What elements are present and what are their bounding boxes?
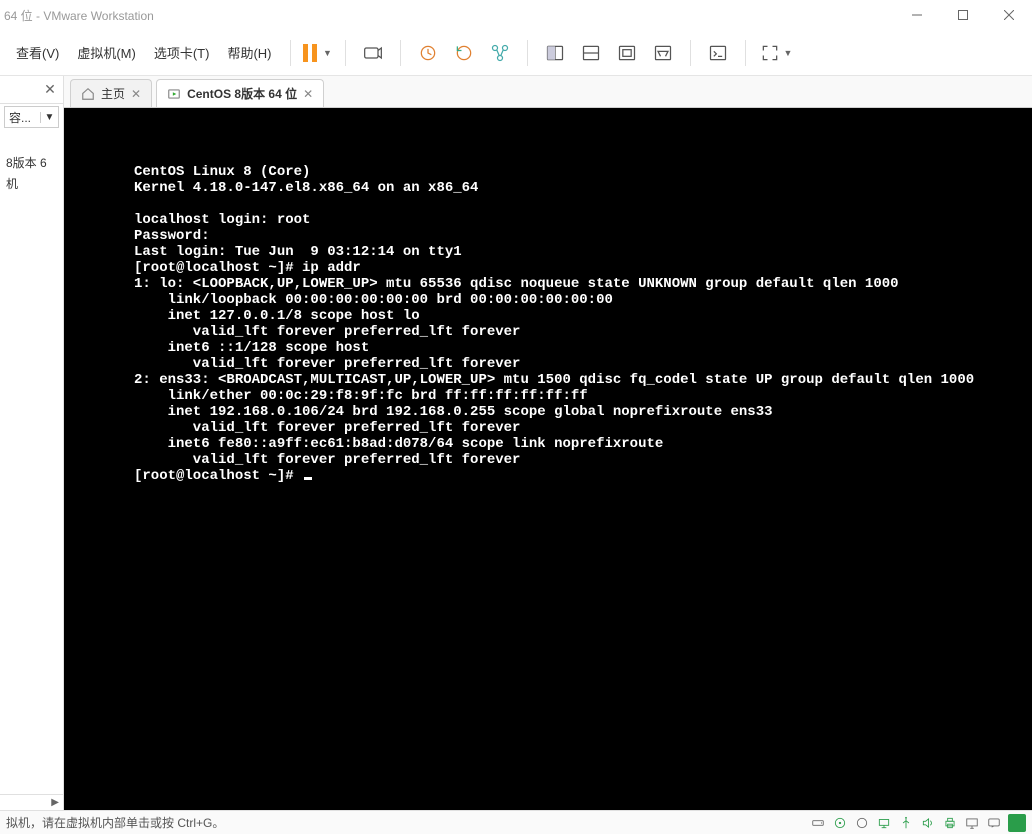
tab-close-button[interactable]: ✕ (303, 87, 313, 101)
close-button[interactable] (986, 0, 1032, 30)
tab-home[interactable]: 主页 ✕ (70, 79, 152, 107)
snapshot-tree-icon (490, 43, 510, 63)
clock-refresh-icon (454, 43, 474, 63)
statusbar: 拟机，请在虚拟机内部单击或按 Ctrl+G。 (0, 810, 1032, 834)
tab-close-button[interactable]: ✕ (131, 87, 141, 101)
view-stacked-button[interactable] (574, 38, 608, 68)
single-window-icon (617, 43, 637, 63)
window-titlebar: 64 位 - VMware Workstation (0, 0, 1032, 30)
window-title: 64 位 - VMware Workstation (4, 7, 894, 24)
terminal-output: CentOS Linux 8 (Core) Kernel 4.18.0-147.… (134, 164, 974, 484)
separator (745, 40, 746, 66)
sound-icon[interactable] (920, 815, 936, 831)
menubar: 查看(V) 虚拟机(M) 选项卡(T) 帮助(H) ▼ ▼ (0, 30, 1032, 76)
separator (290, 40, 291, 66)
menu-view[interactable]: 查看(V) (8, 39, 67, 66)
printer-icon[interactable] (942, 815, 958, 831)
unity-mode-button[interactable] (646, 38, 680, 68)
cdrom-icon[interactable] (832, 815, 848, 831)
split-horizontal-icon (581, 43, 601, 63)
status-device-icons (810, 814, 1026, 832)
view-side-by-side-button[interactable] (538, 38, 572, 68)
floppy-icon[interactable] (854, 815, 870, 831)
view-single-button[interactable] (610, 38, 644, 68)
hdd-icon[interactable] (810, 815, 826, 831)
status-hint: 拟机，请在虚拟机内部单击或按 Ctrl+G。 (6, 814, 810, 831)
library-panel: ✕ 容... ▼ 8版本 6 机 ▶ (0, 76, 64, 810)
minimize-button[interactable] (894, 0, 940, 30)
split-vertical-icon (545, 43, 565, 63)
pause-icon (303, 44, 317, 62)
cursor-icon (304, 477, 312, 480)
unity-icon (653, 43, 673, 63)
fullscreen-icon (760, 43, 780, 63)
snapshot-manager-button[interactable] (483, 38, 517, 68)
tab-label: CentOS 8版本 64 位 (187, 85, 297, 102)
tab-bar: 主页 ✕ CentOS 8版本 64 位 ✕ (64, 76, 1032, 108)
vm-console[interactable]: CentOS Linux 8 (Core) Kernel 4.18.0-147.… (64, 108, 1032, 810)
scroll-right-button[interactable]: ▶ (0, 794, 63, 810)
console-view-button[interactable] (701, 38, 735, 68)
revert-snapshot-button[interactable] (447, 38, 481, 68)
menu-help[interactable]: 帮助(H) (219, 39, 279, 66)
send-keys-icon (363, 43, 383, 63)
tab-centos-vm[interactable]: CentOS 8版本 64 位 ✕ (156, 79, 324, 107)
main-area: ✕ 容... ▼ 8版本 6 机 ▶ 主页 ✕ (0, 76, 1032, 810)
maximize-button[interactable] (940, 0, 986, 30)
display-icon[interactable] (964, 815, 980, 831)
library-item[interactable]: 8版本 6 (2, 152, 61, 173)
message-icon[interactable] (986, 815, 1002, 831)
chevron-down-icon[interactable]: ▼ (40, 112, 58, 123)
tab-label: 主页 (101, 85, 125, 102)
send-ctrl-alt-del-button[interactable] (356, 38, 390, 68)
separator (400, 40, 401, 66)
chevron-down-icon: ▼ (784, 48, 793, 58)
library-item[interactable]: 机 (2, 173, 61, 194)
library-header: ✕ (0, 76, 63, 104)
vm-running-icon (167, 87, 181, 101)
chevron-down-icon: ▼ (323, 48, 332, 58)
library-filter-combo[interactable]: 容... ▼ (4, 106, 59, 128)
clock-icon (418, 43, 438, 63)
minimize-icon (912, 10, 922, 20)
separator (527, 40, 528, 66)
network-icon[interactable] (876, 815, 892, 831)
library-list: 8版本 6 机 (0, 130, 63, 794)
menu-vm[interactable]: 虚拟机(M) (69, 39, 144, 66)
close-icon (1004, 10, 1014, 20)
separator (345, 40, 346, 66)
close-panel-button[interactable]: ✕ (41, 81, 59, 99)
content-area: 主页 ✕ CentOS 8版本 64 位 ✕ CentOS Linux 8 (C… (64, 76, 1032, 810)
pause-button[interactable]: ▼ (301, 38, 335, 68)
window-controls (894, 0, 1032, 30)
combo-text: 容... (5, 109, 40, 126)
console-icon (708, 43, 728, 63)
menu-tabs[interactable]: 选项卡(T) (146, 39, 218, 66)
home-icon (81, 87, 95, 101)
usb-icon[interactable] (898, 815, 914, 831)
fullscreen-button[interactable]: ▼ (756, 38, 797, 68)
vm-status-badge[interactable] (1008, 814, 1026, 832)
snapshot-button[interactable] (411, 38, 445, 68)
separator (690, 40, 691, 66)
maximize-icon (958, 10, 968, 20)
